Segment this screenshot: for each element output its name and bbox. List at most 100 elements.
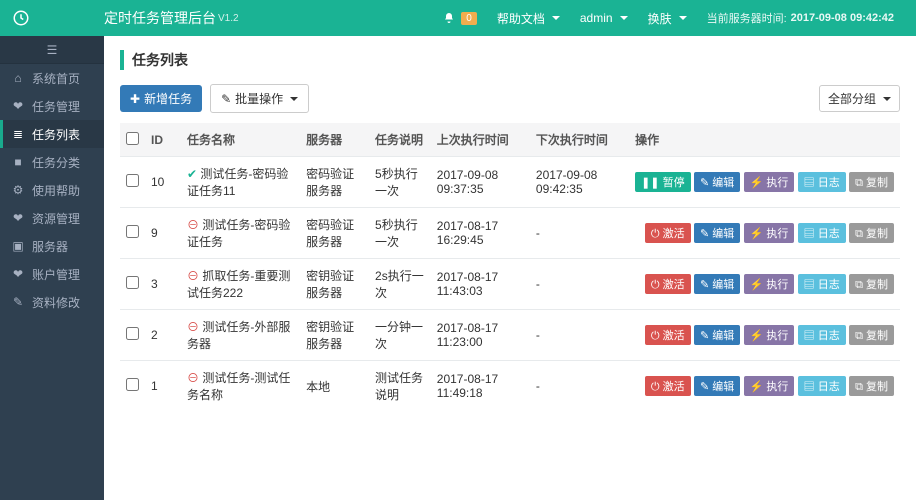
edit-icon: ✎	[221, 92, 231, 106]
help-doc-menu[interactable]: 帮助文档	[497, 10, 560, 27]
cell-id: 9	[145, 208, 181, 259]
cell-last-time: 2017-08-17 16:29:45	[431, 208, 530, 259]
row-activate-button[interactable]: ⏻ 激活	[645, 274, 691, 294]
toolbar: ✚ 新增任务 ✎ 批量操作 全部分组	[104, 84, 916, 123]
sidebar-item-label: 使用帮助	[32, 182, 80, 199]
th-id: ID	[145, 123, 181, 157]
group-filter-dropdown[interactable]: 全部分组	[819, 85, 900, 112]
cell-next-time: 2017-09-08 09:42:35	[530, 157, 629, 208]
status-icon: ⊖	[187, 320, 199, 334]
row-activate-button[interactable]: ⏻ 激活	[645, 325, 691, 345]
cell-next-time: -	[530, 208, 629, 259]
row-run-button[interactable]: ⚡ 执行	[744, 376, 795, 396]
cell-server: 密钥验证服务器	[300, 310, 369, 361]
row-checkbox[interactable]	[126, 378, 139, 391]
cell-ops: ⏻ 激活 ✎ 编辑 ⚡ 执行 ▤ 日志 ⧉ 复制	[629, 361, 900, 412]
row-checkbox[interactable]	[126, 327, 139, 340]
row-copy-button[interactable]: ⧉ 复制	[849, 376, 894, 396]
main-content: 任务列表 ✚ 新增任务 ✎ 批量操作 全部分组 ID 任务名称 服务器 任务说明	[104, 36, 916, 500]
sidebar-item-label: 资料修改	[32, 294, 80, 311]
plus-icon: ✚	[130, 92, 140, 106]
row-log-button[interactable]: ▤ 日志	[798, 274, 846, 294]
clock-icon	[12, 9, 30, 27]
add-task-label: 新增任务	[144, 90, 192, 107]
row-run-button[interactable]: ⚡ 执行	[744, 223, 795, 243]
sidebar-item-label: 任务分类	[32, 154, 80, 171]
status-icon: ⊖	[187, 269, 199, 283]
table-row: 1⊖ 测试任务-测试任务名称本地测试任务说明2017-08-17 11:49:1…	[120, 361, 900, 412]
table-row: 3⊖ 抓取任务-重要测试任务222密钥验证服务器2s执行一次2017-08-17…	[120, 259, 900, 310]
row-edit-button[interactable]: ✎ 编辑	[694, 376, 740, 396]
app-title: 定时任务管理后台	[104, 8, 216, 28]
table-row: 2⊖ 测试任务-外部服务器密钥验证服务器一分钟一次2017-08-17 11:2…	[120, 310, 900, 361]
row-checkbox[interactable]	[126, 276, 139, 289]
add-task-button[interactable]: ✚ 新增任务	[120, 85, 202, 112]
hamburger-icon: ☰	[47, 43, 58, 57]
row-log-button[interactable]: ▤ 日志	[798, 172, 846, 192]
user-menu[interactable]: admin	[580, 11, 628, 25]
page-title: 任务列表	[120, 50, 900, 70]
row-copy-button[interactable]: ⧉ 复制	[849, 172, 894, 192]
row-edit-button[interactable]: ✎ 编辑	[694, 223, 740, 243]
row-run-button[interactable]: ⚡ 执行	[744, 325, 795, 345]
row-edit-button[interactable]: ✎ 编辑	[694, 274, 740, 294]
row-pause-button[interactable]: ❚❚ 暂停	[635, 172, 691, 192]
notifications-button[interactable]: 0	[443, 12, 477, 25]
sidebar: ☰ ⌂系统首页❤任务管理≣任务列表 ■ 任务分类 ⚙使用帮助❤资源管理 ▣ 服务器 ❤账户管…	[0, 36, 104, 500]
sidebar-item-8[interactable]: ✎资料修改	[0, 288, 104, 316]
sidebar-item-5[interactable]: ❤资源管理	[0, 204, 104, 232]
row-edit-button[interactable]: ✎ 编辑	[694, 172, 740, 192]
row-edit-button[interactable]: ✎ 编辑	[694, 325, 740, 345]
row-activate-button[interactable]: ⏻ 激活	[645, 376, 691, 396]
cell-desc: 测试任务说明	[369, 361, 431, 412]
th-server: 服务器	[300, 123, 369, 157]
sidebar-item-2[interactable]: ≣任务列表	[0, 120, 104, 148]
sidebar-item-0[interactable]: ⌂系统首页	[0, 64, 104, 92]
cell-next-time: -	[530, 361, 629, 412]
sidebar-item-label: 系统首页	[32, 70, 80, 87]
th-last-time: 上次执行时间	[431, 123, 530, 157]
cell-last-time: 2017-09-08 09:37:35	[431, 157, 530, 208]
row-copy-button[interactable]: ⧉ 复制	[849, 274, 894, 294]
row-copy-button[interactable]: ⧉ 复制	[849, 325, 894, 345]
row-run-button[interactable]: ⚡ 执行	[744, 172, 795, 192]
row-checkbox[interactable]	[126, 225, 139, 238]
th-name: 任务名称	[181, 123, 300, 157]
sidebar-item-icon: ❤	[12, 211, 24, 225]
row-log-button[interactable]: ▤ 日志	[798, 223, 846, 243]
cell-ops: ⏻ 激活 ✎ 编辑 ⚡ 执行 ▤ 日志 ⧉ 复制	[629, 208, 900, 259]
sidebar-item-1[interactable]: ❤任务管理	[0, 92, 104, 120]
sidebar-item-icon: ❤	[12, 99, 24, 113]
cell-id: 3	[145, 259, 181, 310]
row-copy-button[interactable]: ⧉ 复制	[849, 223, 894, 243]
server-time-value: 2017-09-08 09:42:42	[791, 12, 894, 24]
sidebar-item-label: 任务列表	[32, 126, 80, 143]
cell-desc: 2s执行一次	[369, 259, 431, 310]
cell-id: 10	[145, 157, 181, 208]
cell-id: 2	[145, 310, 181, 361]
status-icon: ⊖	[187, 218, 199, 232]
sidebar-item-6[interactable]: ▣ 服务器	[0, 232, 104, 260]
task-table: ID 任务名称 服务器 任务说明 上次执行时间 下次执行时间 操作 10✔ 测试…	[120, 123, 900, 411]
sidebar-collapse-button[interactable]: ☰	[0, 36, 104, 64]
cell-ops: ⏻ 激活 ✎ 编辑 ⚡ 执行 ▤ 日志 ⧉ 复制	[629, 310, 900, 361]
cell-server: 本地	[300, 361, 369, 412]
skin-menu[interactable]: 换肤	[648, 10, 687, 27]
sidebar-item-4[interactable]: ⚙使用帮助	[0, 176, 104, 204]
sidebar-item-3[interactable]: ■ 任务分类	[0, 148, 104, 176]
row-log-button[interactable]: ▤ 日志	[798, 376, 846, 396]
batch-ops-button[interactable]: ✎ 批量操作	[210, 84, 309, 113]
table-row: 10✔ 测试任务-密码验证任务11密码验证服务器5秒执行一次2017-09-08…	[120, 157, 900, 208]
sidebar-item-7[interactable]: ❤账户管理	[0, 260, 104, 288]
row-run-button[interactable]: ⚡ 执行	[744, 274, 795, 294]
sidebar-item-icon: ❤	[12, 267, 24, 281]
row-activate-button[interactable]: ⏻ 激活	[645, 223, 691, 243]
select-all-checkbox[interactable]	[126, 132, 139, 145]
row-log-button[interactable]: ▤ 日志	[798, 325, 846, 345]
th-desc: 任务说明	[369, 123, 431, 157]
sidebar-item-label: 服务器	[32, 238, 68, 255]
cell-desc: 一分钟一次	[369, 310, 431, 361]
row-checkbox[interactable]	[126, 174, 139, 187]
sidebar-item-icon: ■	[12, 155, 24, 169]
sidebar-item-icon: ▣	[12, 239, 24, 253]
